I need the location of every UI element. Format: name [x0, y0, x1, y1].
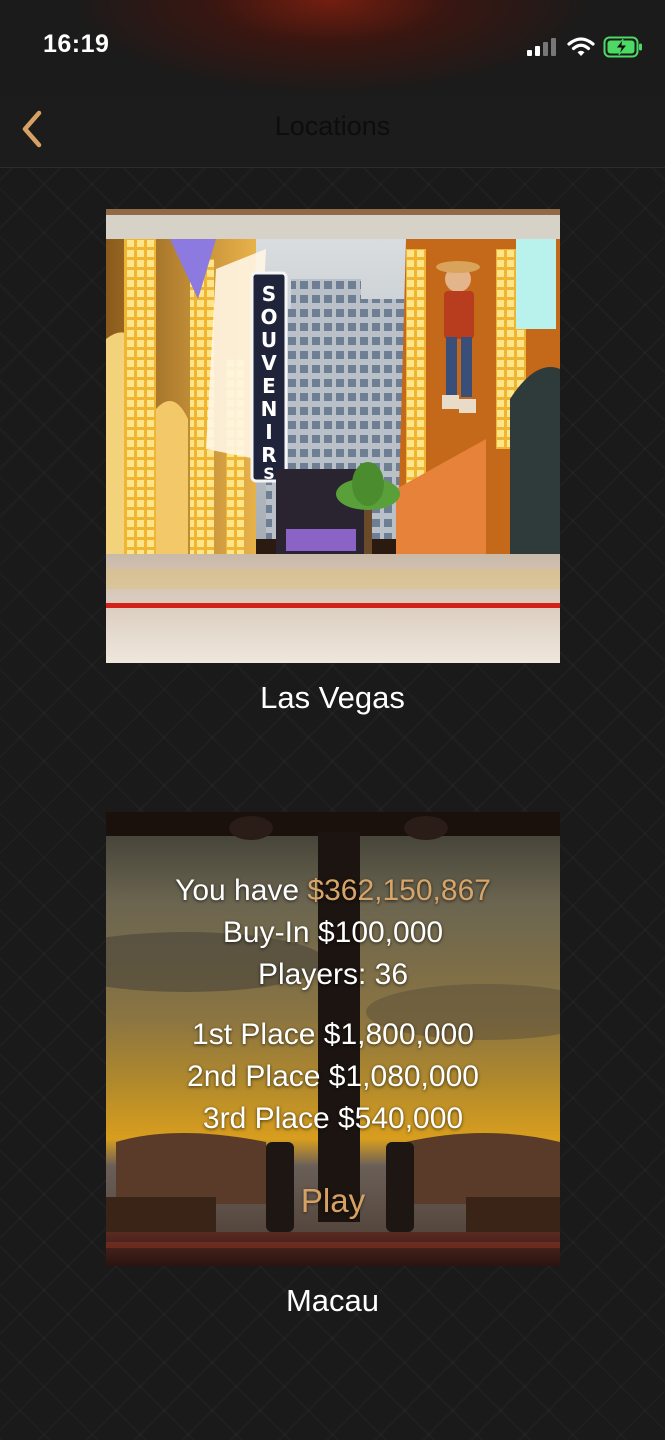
status-bar: 16:19: [0, 0, 665, 95]
cellular-signal-icon: [527, 38, 556, 56]
page-title: Locations: [274, 111, 391, 141]
location-name-las-vegas: Las Vegas: [260, 680, 405, 715]
las-vegas-casino-street-image: S O U V E N I R S: [106, 209, 560, 663]
location-card-las-vegas[interactable]: S O U V E N I R S: [106, 209, 560, 663]
prize-second-line: 2nd Place $1,080,000: [187, 1060, 479, 1093]
svg-text:N: N: [261, 397, 278, 421]
svg-text:V: V: [261, 351, 277, 375]
battery-charging-icon: [603, 36, 642, 58]
status-icons: [527, 36, 643, 58]
svg-text:S: S: [263, 464, 275, 483]
balance-label: You have: [175, 874, 300, 907]
svg-text:S: S: [262, 282, 276, 306]
macau-tournament-info: You have $362,150,867 Buy-In $100,000 Pl…: [106, 812, 560, 1266]
svg-text:U: U: [261, 328, 277, 352]
status-time: 16:19: [43, 30, 110, 58]
players-line: Players: 36: [257, 958, 409, 991]
wifi-icon: [567, 37, 595, 56]
location-name-macau: Macau: [285, 1283, 380, 1318]
balance-line: You have $362,150,867: [106, 874, 560, 908]
play-button[interactable]: Play: [263, 1182, 403, 1220]
buy-in-line: Buy-In $100,000: [222, 916, 444, 949]
svg-text:O: O: [260, 305, 277, 329]
balance-value: $362,150,867: [307, 874, 491, 907]
prize-first-line: 1st Place $1,800,000: [192, 1018, 474, 1051]
svg-text:I: I: [265, 420, 272, 444]
navigation-bar: Locations: [0, 95, 665, 168]
prize-third-line: 3rd Place $540,000: [202, 1102, 464, 1135]
svg-text:E: E: [262, 374, 276, 398]
location-card-macau[interactable]: You have $362,150,867 Buy-In $100,000 Pl…: [106, 812, 560, 1266]
